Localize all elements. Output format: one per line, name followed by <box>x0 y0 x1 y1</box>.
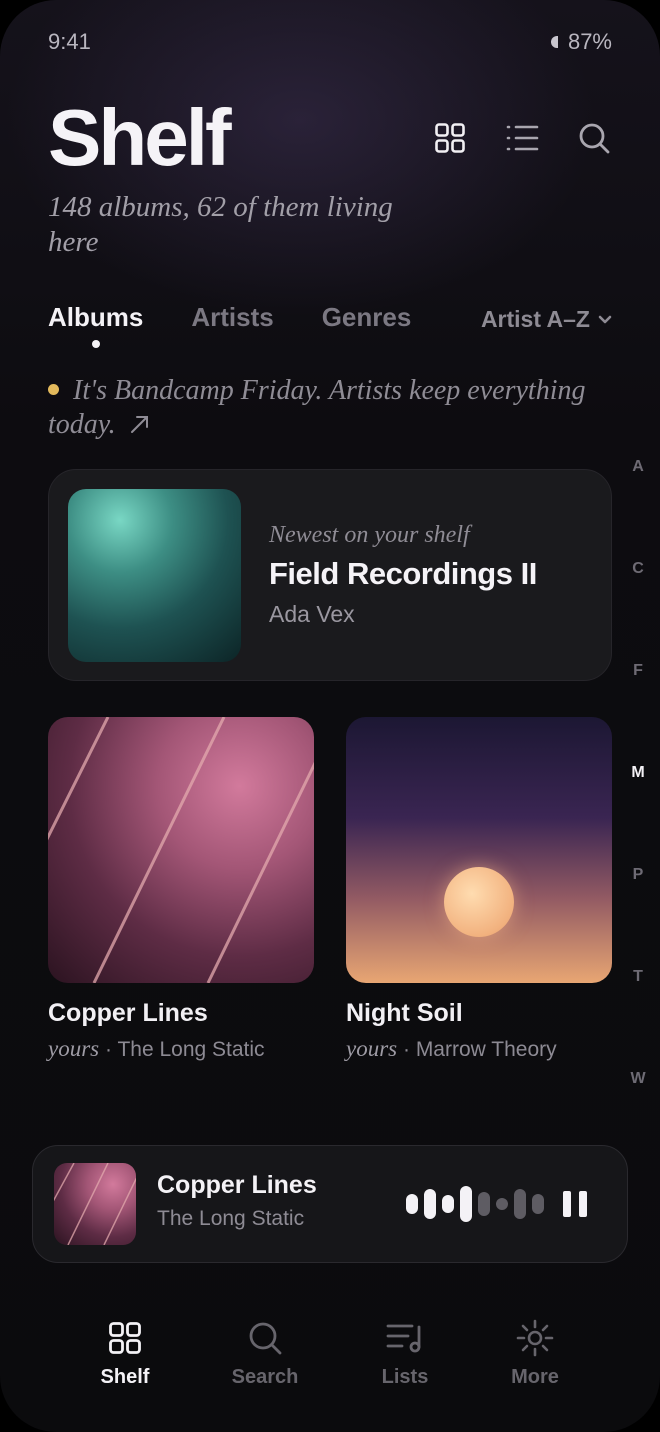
index-letter-t[interactable]: T <box>628 968 648 986</box>
arrow-up-right-icon <box>130 416 148 433</box>
now-playing-bar[interactable]: Copper Lines The Long Static <box>32 1145 628 1263</box>
album-card[interactable]: Night Soil yours · Marrow Theory <box>346 717 612 1062</box>
battery-icon <box>550 36 558 48</box>
wave-bar <box>424 1189 436 1219</box>
album-meta: yours · Marrow Theory <box>346 1036 612 1062</box>
pause-icon[interactable] <box>563 1188 587 1220</box>
playlist-icon <box>340 1316 470 1360</box>
bottom-tab-bar: Shelf Search Lists More <box>0 1316 660 1396</box>
album-artist: Marrow Theory <box>415 1038 557 1061</box>
tabbar-label: More <box>511 1366 559 1388</box>
now-playing-art-lines <box>54 1163 136 1245</box>
album-title: Night Soil <box>346 999 463 1027</box>
chevron-down-icon <box>598 315 612 323</box>
album-art-sun <box>444 867 514 937</box>
view-tabs: Albums Artists Genres Artist A–Z <box>48 302 612 352</box>
index-letter-f[interactable]: F <box>628 662 648 680</box>
tabbar-lists[interactable]: Lists <box>340 1316 470 1389</box>
app-screen: 9:41 87% Shelf 148 albums, 62 of them li… <box>0 0 660 1432</box>
list-view-icon[interactable] <box>504 118 540 158</box>
album-art-lines <box>48 717 314 983</box>
wave-bar <box>442 1195 454 1213</box>
bandcamp-friday-notice[interactable]: It's Bandcamp Friday. Artists keep every… <box>48 374 588 442</box>
search-icon <box>200 1316 330 1360</box>
album-art-copper-lines <box>48 717 314 983</box>
battery-level: 87% <box>567 29 612 54</box>
wave-bar <box>406 1194 418 1214</box>
album-art-night-soil <box>346 717 612 983</box>
wave-bar <box>532 1194 544 1214</box>
sort-label: Artist A–Z <box>480 306 590 332</box>
status-right: 87% <box>550 29 612 55</box>
meta-separator: · <box>104 1038 112 1061</box>
now-playing-artist: The Long Static <box>157 1207 305 1230</box>
gear-icon <box>470 1316 600 1360</box>
search-icon[interactable] <box>576 118 612 158</box>
tabbar-search[interactable]: Search <box>200 1316 330 1389</box>
sort-dropdown[interactable]: Artist A–Z <box>481 306 612 333</box>
now-playing-art <box>54 1163 136 1245</box>
album-title: Copper Lines <box>48 999 208 1027</box>
album-meta: yours · The Long Static <box>48 1036 314 1062</box>
tabbar-more[interactable]: More <box>470 1316 600 1389</box>
index-letter-a[interactable]: A <box>628 458 648 476</box>
tabbar-label: Lists <box>381 1366 429 1388</box>
index-letter-c[interactable]: C <box>628 560 648 578</box>
index-letter-m[interactable]: M <box>628 764 648 782</box>
ownership-tag: yours <box>346 1036 398 1061</box>
waveform-icon <box>406 1184 544 1224</box>
meta-separator: · <box>402 1038 410 1061</box>
tabbar-label: Search <box>231 1366 299 1388</box>
library-summary: 148 albums, 62 of them living here <box>48 191 393 258</box>
wave-bar <box>478 1192 490 1216</box>
status-time: 9:41 <box>48 29 91 54</box>
tabbar-label: Shelf <box>100 1366 150 1388</box>
featured-eyebrow: Newest on your shelf <box>269 522 470 548</box>
featured-album-title: Field Recordings II <box>269 556 537 591</box>
page-title: Shelf <box>48 93 232 182</box>
featured-album-card[interactable]: Newest on your shelf Field Recordings II… <box>48 469 612 681</box>
header-actions <box>432 118 612 158</box>
tabbar-shelf[interactable]: Shelf <box>60 1316 190 1389</box>
featured-album-artist: Ada Vex <box>269 601 355 627</box>
album-card[interactable]: Copper Lines yours · The Long Static <box>48 717 314 1062</box>
tab-genres[interactable]: Genres <box>322 302 412 333</box>
wave-bar <box>460 1186 472 1222</box>
grid-view-icon[interactable] <box>432 118 468 158</box>
ownership-tag: yours <box>48 1036 100 1061</box>
notice-dot <box>48 384 59 395</box>
album-artist: The Long Static <box>117 1038 265 1061</box>
grid-icon <box>60 1316 190 1360</box>
now-playing-title: Copper Lines <box>157 1171 317 1199</box>
tab-artists[interactable]: Artists <box>191 302 273 333</box>
tab-albums[interactable]: Albums <box>48 302 143 348</box>
wave-bar <box>496 1198 508 1210</box>
index-letter-w[interactable]: W <box>628 1070 648 1088</box>
featured-album-art <box>68 489 241 662</box>
wave-bar <box>514 1189 526 1219</box>
index-letter-p[interactable]: P <box>628 866 648 884</box>
status-bar: 9:41 87% <box>48 28 612 56</box>
